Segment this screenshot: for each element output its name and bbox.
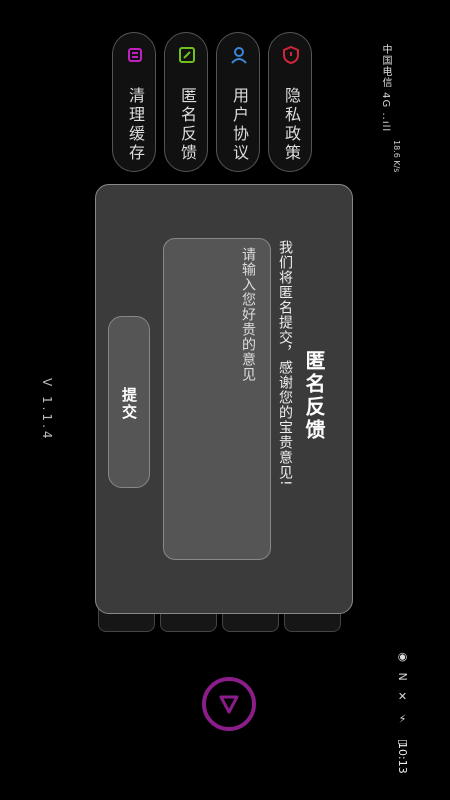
play-button[interactable]: [202, 677, 256, 731]
submit-button[interactable]: 提交: [108, 316, 150, 488]
version-label: V 1.1.4: [40, 378, 54, 442]
feedback-input[interactable]: 请输入您好贵的意见: [163, 238, 271, 560]
privacy-policy-button[interactable]: 隐私政策: [268, 32, 312, 172]
edit-icon: [177, 45, 197, 65]
privacy-policy-label: 隐私政策: [282, 87, 301, 163]
user-icon: [229, 45, 249, 65]
clear-cache-label: 清理缓存: [126, 87, 145, 163]
anonymous-feedback-label: 匿名反馈: [178, 87, 197, 163]
submit-label: 提交: [120, 387, 138, 421]
shield-icon: [281, 45, 301, 65]
dialog-description: 我们将匿名提交，感谢您的宝贵意见!: [277, 240, 293, 487]
dialog-title: 匿名反馈: [302, 350, 326, 442]
clear-cache-button[interactable]: 清理缓存: [112, 32, 156, 172]
feedback-placeholder: 请输入您好贵的意见: [240, 247, 256, 382]
user-agreement-label: 用户协议: [230, 87, 249, 163]
broom-icon: [125, 45, 145, 65]
status-icons: ◉ N ✕ ⚡ ▭: [396, 650, 409, 752]
status-bar-bottom: ◉ N ✕ ⚡ ▭ 10:13: [396, 650, 422, 780]
user-agreement-button[interactable]: 用户协议: [216, 32, 260, 172]
clock: 10:13: [396, 742, 409, 774]
anonymous-feedback-button[interactable]: 匿名反馈: [164, 32, 208, 172]
network-speed: 18.6 K/s: [392, 140, 401, 173]
carrier-label: 中国电信 4G ..ıll: [380, 44, 391, 133]
